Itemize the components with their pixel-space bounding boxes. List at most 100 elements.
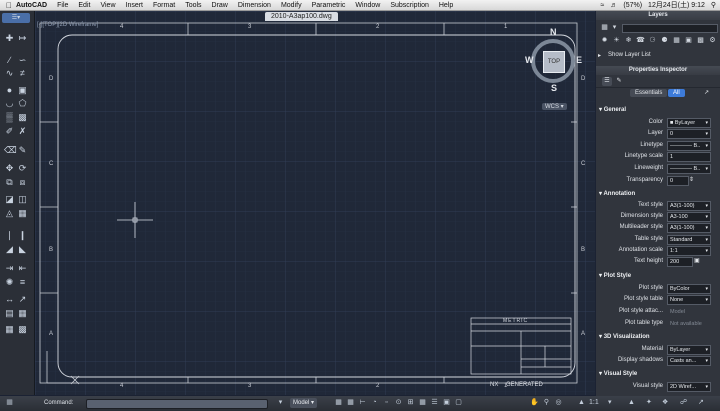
annotation-visibility-icon[interactable]: ▲ bbox=[628, 399, 635, 407]
wifi-icon[interactable]: ≈ bbox=[601, 2, 605, 9]
snap-mode-icon[interactable]: ▦ bbox=[346, 399, 355, 407]
layer-dropdown-icon[interactable]: ▾ bbox=[610, 23, 619, 32]
prop-plot-style-table-value[interactable]: None ▾ bbox=[667, 295, 711, 305]
command-toggle-icon[interactable]: ▦ bbox=[5, 399, 14, 407]
transparency-icon[interactable]: ▣ bbox=[442, 399, 451, 407]
clean-screen-icon[interactable]: ↗ bbox=[698, 399, 704, 407]
crosshair-icon[interactable]: ✚ bbox=[4, 33, 15, 43]
prop-transparency-value[interactable]: 0 bbox=[667, 176, 689, 186]
menu-subscription[interactable]: Subscription bbox=[390, 2, 429, 9]
insert-icon[interactable]: ▩ bbox=[17, 324, 28, 334]
transparency-stepper-icon[interactable]: ⇕ bbox=[689, 176, 694, 183]
ortho-mode-icon[interactable]: ⊢ bbox=[358, 399, 367, 407]
menu-dimension[interactable]: Dimension bbox=[238, 2, 271, 9]
section-plot-style[interactable]: ▾ Plot Style bbox=[599, 272, 631, 279]
menu-tools[interactable]: Tools bbox=[185, 2, 201, 9]
table-icon[interactable]: ▦ bbox=[17, 308, 28, 318]
grid-display-icon[interactable]: ▦ bbox=[334, 399, 343, 407]
join-icon[interactable]: ❙ bbox=[17, 230, 28, 240]
prop-layer-value[interactable]: 0 ▾ bbox=[667, 129, 711, 139]
stretch-icon[interactable]: ◫ bbox=[17, 194, 28, 204]
layer-delete-icon[interactable]: ▩ bbox=[696, 36, 705, 45]
layer-isolate-icon[interactable]: ☀ bbox=[612, 36, 621, 45]
prop-lineweight-value[interactable]: ———— B.. ▾ bbox=[667, 164, 711, 174]
command-input[interactable] bbox=[86, 399, 268, 409]
polyline-icon[interactable]: ∽ bbox=[17, 55, 28, 65]
array-icon[interactable]: ▦ bbox=[17, 208, 28, 218]
prop-annotation-scale-value[interactable]: 1:1 ▾ bbox=[667, 246, 711, 256]
hardware-acceleration-icon[interactable]: ☍ bbox=[680, 399, 687, 407]
clock[interactable]: 12月24日(土) 9:12 bbox=[648, 0, 705, 10]
menu-edit[interactable]: Edit bbox=[78, 2, 90, 9]
layer-walk-icon[interactable]: ▦ bbox=[672, 36, 681, 45]
menu-window[interactable]: Window bbox=[355, 2, 380, 9]
battery-status[interactable]: (57%) bbox=[623, 2, 642, 9]
layer-freeze-icon[interactable]: ❄ bbox=[624, 36, 633, 45]
menu-help[interactable]: Help bbox=[439, 2, 453, 9]
steering-wheel-icon[interactable]: ◎ bbox=[554, 399, 563, 407]
dimension-icon[interactable]: ↔ bbox=[4, 294, 15, 304]
annotation-scale-icon[interactable]: ▲ bbox=[578, 399, 585, 407]
annotation-scale-dropdown-icon[interactable]: ▾ bbox=[608, 399, 612, 407]
viewport-controls-label[interactable]: [-][TOP][2D Wireframe] bbox=[37, 22, 98, 28]
align-icon[interactable]: ≡ bbox=[17, 277, 28, 287]
circle-icon[interactable]: ● bbox=[4, 85, 15, 95]
prop-multileader-style-value[interactable]: A3(1-100) ▾ bbox=[667, 223, 711, 233]
prop-text-style-value[interactable]: A3(1-100) ▾ bbox=[667, 201, 711, 211]
rectangle-icon[interactable]: ▣ bbox=[17, 85, 28, 95]
scale-icon[interactable]: ◪ bbox=[4, 194, 15, 204]
menu-file[interactable]: File bbox=[57, 2, 68, 9]
section-3d-visualization[interactable]: ▾ 3D Visualization bbox=[599, 333, 650, 340]
menu-parametric[interactable]: Parametric bbox=[312, 2, 346, 9]
prop-dimension-style-value[interactable]: A3-100 ▾ bbox=[667, 212, 711, 222]
layer-merge-icon[interactable]: ▣ bbox=[684, 36, 693, 45]
mirror-icon[interactable]: ◬ bbox=[4, 208, 15, 218]
inspector-options-icon[interactable]: ↗ bbox=[704, 89, 709, 96]
line-icon[interactable]: ∕ bbox=[4, 55, 15, 65]
lineweight-icon[interactable]: ☰ bbox=[430, 399, 439, 407]
hatch-icon[interactable]: ▒ bbox=[4, 112, 15, 122]
all-toggle[interactable]: All bbox=[668, 89, 685, 97]
apple-menu-icon[interactable]:  bbox=[6, 1, 16, 10]
layer-list-icon[interactable]: ▦ bbox=[600, 23, 609, 32]
command-history-icon[interactable]: ▾ bbox=[276, 399, 285, 407]
fillet-icon[interactable]: ◢ bbox=[4, 244, 15, 254]
construction-line-icon[interactable]: ≠ bbox=[17, 68, 28, 78]
document-tab[interactable]: 2010-A3ap100.dwg bbox=[265, 12, 338, 21]
copy-icon[interactable]: ⧉ bbox=[4, 177, 15, 187]
menu-view[interactable]: View bbox=[100, 2, 115, 9]
prop-linetype-value[interactable]: ———— B.. ▾ bbox=[667, 141, 711, 151]
menu-insert[interactable]: Insert bbox=[126, 2, 144, 9]
move-icon[interactable]: ✥ bbox=[4, 163, 15, 173]
volume-icon[interactable]: ♬ bbox=[610, 2, 617, 9]
menu-draw[interactable]: Draw bbox=[212, 2, 228, 9]
dynamic-input-icon[interactable]: ▦ bbox=[418, 399, 427, 407]
prop-color-value[interactable]: ■ ByLayer ▾ bbox=[667, 118, 711, 128]
lengthen-icon[interactable]: ⇤ bbox=[17, 263, 28, 273]
compass-east[interactable]: E bbox=[576, 55, 582, 65]
section-annotation[interactable]: ▾ Annotation bbox=[599, 190, 635, 197]
section-general[interactable]: ▾ General bbox=[599, 106, 626, 113]
layer-lock-icon[interactable]: ☎ bbox=[636, 36, 645, 45]
tab-properties-icon[interactable]: ☰ bbox=[602, 77, 612, 86]
prop-visual-style-value[interactable]: 2D Wiref... ▾ bbox=[667, 382, 711, 392]
layer-match-icon[interactable]: ⚆ bbox=[648, 36, 657, 45]
chamfer-icon[interactable]: ◣ bbox=[17, 244, 28, 254]
layer-previous-icon[interactable]: ⚈ bbox=[660, 36, 669, 45]
polygon-icon[interactable]: ⬠ bbox=[17, 98, 28, 108]
explode-icon[interactable]: ✺ bbox=[4, 277, 15, 287]
rotate-icon[interactable]: ⟳ bbox=[17, 163, 28, 173]
break-icon[interactable]: ❘ bbox=[4, 230, 15, 240]
dynamic-ucs-icon[interactable]: ⊞ bbox=[406, 399, 415, 407]
model-layout-button[interactable]: Model ▾ bbox=[290, 398, 318, 408]
viewcube[interactable]: N W E S TOP bbox=[523, 27, 585, 105]
zoom-icon[interactable]: ⚲ bbox=[542, 399, 551, 407]
extend-icon[interactable]: ⇥ bbox=[4, 263, 15, 273]
erase-icon[interactable]: ⌫ bbox=[4, 145, 17, 155]
isolate-objects-icon[interactable]: ❖ bbox=[662, 399, 668, 407]
object-snap-icon[interactable]: ▫ bbox=[382, 399, 391, 407]
show-layer-list-chevron-icon[interactable]: ▸ bbox=[598, 52, 601, 59]
prop-table-style-value[interactable]: Standard ▾ bbox=[667, 235, 711, 245]
block-icon[interactable]: ▦ bbox=[4, 324, 15, 334]
prop-display-shadows-value[interactable]: Casts an... ▾ bbox=[667, 356, 711, 366]
